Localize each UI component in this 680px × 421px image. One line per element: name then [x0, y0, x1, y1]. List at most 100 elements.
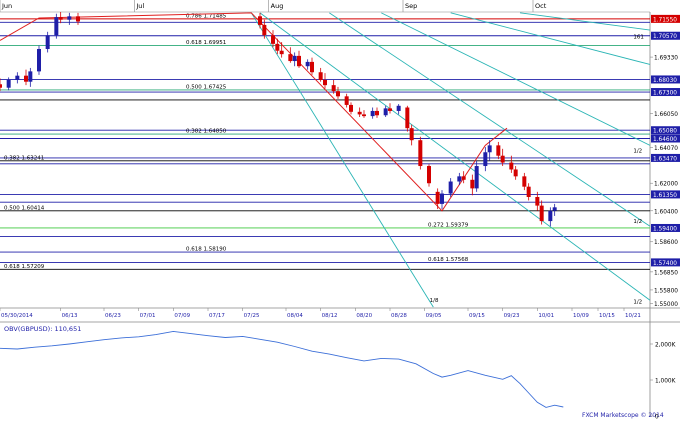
price-axis-label: 1.62000	[654, 182, 678, 188]
price-chart-figure: Jun Jul Aug Sep Oct 05/30/2014 06/13 06/23 07/01…	[0, 0, 680, 421]
candle-body	[258, 16, 262, 25]
candle-body	[509, 162, 514, 170]
candle-body	[440, 193, 444, 204]
level-label: 0.618 1.58190	[186, 247, 227, 253]
obv-tick-label: 2,000K	[655, 343, 676, 349]
date-tick-label: 07/17	[209, 313, 225, 319]
candle-body	[323, 79, 327, 86]
date-tick-label: 10/09	[573, 313, 589, 319]
candle-body	[15, 75, 20, 80]
candle-body	[45, 35, 50, 49]
channel-annotation: 1/2	[633, 148, 642, 154]
obv-title: OBV(GBPUSD): 110,651	[4, 325, 81, 333]
month-label: Sep	[405, 2, 417, 10]
candle-body	[448, 181, 453, 194]
candle-body	[513, 169, 518, 177]
level-label: 0.382 1.64850	[186, 129, 227, 135]
price-axis-label: 1.67300	[653, 91, 677, 97]
price-axis-label: 1.55800	[654, 288, 678, 294]
candle-body	[24, 75, 28, 82]
channel-annotation: 161	[633, 35, 644, 41]
price-axis-label: 1.55000	[654, 302, 678, 308]
obv-tick-label: 0	[655, 415, 659, 421]
level-label: 0.618 1.57568	[428, 257, 469, 263]
price-axis-label: 1.56850	[654, 270, 678, 276]
date-tick-label: 07/25	[244, 313, 260, 319]
date-tick-label: 07/01	[140, 313, 156, 319]
candle-body	[496, 145, 501, 156]
candle-body	[310, 61, 314, 73]
candle-body	[297, 55, 301, 67]
date-tick-label: 10/21	[625, 313, 641, 319]
candle-body	[418, 140, 423, 167]
candle-body	[362, 114, 366, 117]
date-tick-label: 09/23	[504, 313, 520, 319]
price-axis-label: 1.71550	[653, 17, 677, 23]
candle-body	[405, 107, 410, 129]
price-axis-label: 1.58600	[654, 240, 678, 246]
candle-body	[262, 24, 267, 36]
candle-body	[279, 50, 284, 55]
candle-body	[6, 79, 11, 88]
candle-body	[370, 110, 375, 117]
candle-body	[0, 84, 2, 88]
price-axis-label: 1.70570	[653, 34, 677, 40]
month-label: Jun	[1, 2, 12, 10]
price-axis-label: 1.63470	[653, 156, 677, 162]
date-tick-label: 09/15	[469, 313, 485, 319]
date-tick-label: 05/30/2014	[1, 313, 33, 319]
candle-body	[305, 61, 310, 67]
price-axis-label: 1.59400	[653, 226, 677, 232]
date-tick-label: 10/15	[599, 313, 615, 319]
candle-body	[483, 152, 488, 167]
price-axis-label: 1.68030	[653, 78, 677, 84]
candle-body	[37, 49, 41, 72]
date-tick-label: 07/09	[174, 313, 190, 319]
candle-body	[409, 128, 414, 141]
chart-credit: FXCM Marketscope © 2014	[582, 412, 664, 419]
price-axis-label: 1.66050	[654, 112, 678, 118]
date-tick-label: 06/13	[62, 313, 78, 319]
candle-body	[383, 108, 388, 116]
date-tick-label: 08/12	[322, 313, 338, 319]
price-axis-label: 1.64070	[654, 146, 678, 152]
level-label: 0.618 1.57209	[4, 264, 45, 270]
candle-body	[318, 72, 323, 80]
channel-annotation: 1/2	[633, 300, 642, 306]
channel-annotation: 1/2	[633, 219, 642, 225]
date-tick-label: 08/28	[391, 313, 407, 319]
date-tick-label: 06/23	[105, 313, 121, 319]
month-label: Jul	[135, 2, 144, 10]
candle-body	[349, 104, 353, 112]
candle-body	[487, 145, 492, 153]
candle-body	[522, 176, 527, 187]
candle-body	[331, 85, 336, 92]
candle-body	[54, 17, 59, 36]
price-axis-label: 1.69330	[654, 56, 678, 62]
date-tick-label: 08/04	[287, 313, 303, 319]
candle-body	[526, 186, 531, 197]
candle-body	[470, 179, 475, 189]
date-tick-label: 08/20	[356, 313, 372, 319]
candle-body	[500, 155, 505, 163]
obv-tick-label: 1,000K	[655, 379, 676, 385]
candle-body	[275, 43, 280, 51]
candle-body	[76, 16, 80, 22]
candle-body	[58, 17, 63, 20]
candle-body	[292, 55, 297, 62]
candle-body	[535, 197, 540, 206]
candle-body	[67, 16, 72, 20]
price-axis-label: 1.60400	[654, 209, 678, 215]
level-label: 0.500 1.67425	[186, 84, 227, 90]
candle-body	[474, 166, 479, 189]
date-tick-label: 10/01	[538, 313, 554, 319]
candle-body	[461, 176, 466, 180]
month-label: Aug	[271, 2, 284, 10]
candle-body	[552, 207, 557, 211]
candle-body	[375, 110, 379, 116]
level-label: 0.382 1.63241	[4, 155, 44, 161]
candle-body	[396, 105, 401, 111]
month-label: Oct	[535, 2, 547, 10]
channel-annotation: 1/8	[430, 298, 439, 304]
candle-body	[288, 54, 293, 62]
